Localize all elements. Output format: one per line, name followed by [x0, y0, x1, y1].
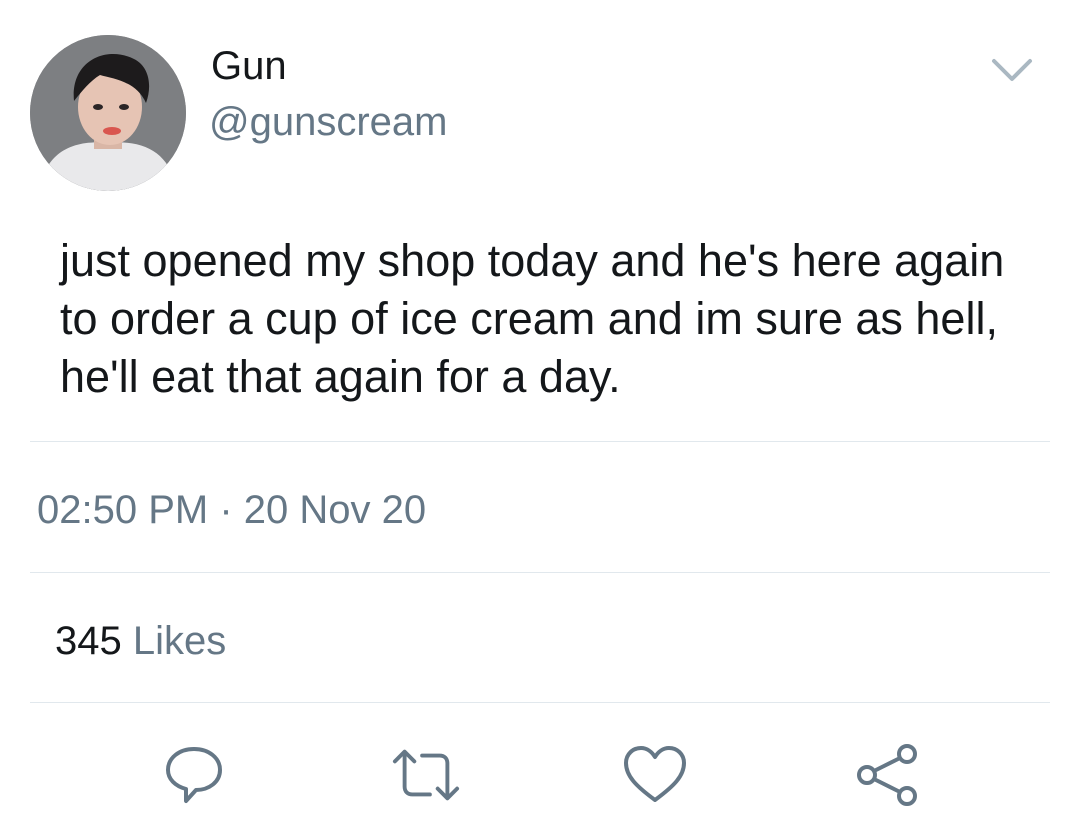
retweet-icon — [392, 749, 460, 801]
reply-button[interactable] — [159, 740, 229, 810]
chevron-down-icon[interactable] — [990, 55, 1034, 85]
share-icon — [857, 744, 917, 806]
share-button[interactable] — [852, 740, 922, 810]
divider — [30, 702, 1050, 703]
timestamp[interactable]: 02:50 PM · 20 Nov 20 — [37, 486, 426, 534]
likes-count: 345 — [55, 619, 122, 663]
profile-photo — [30, 35, 186, 191]
divider — [30, 441, 1050, 442]
display-name[interactable]: Gun — [211, 42, 287, 90]
tweet-text: just opened my shop today and he's here … — [60, 235, 1005, 402]
user-handle[interactable]: @gunscream — [209, 98, 447, 146]
likes-label: Likes — [121, 619, 227, 663]
divider — [30, 572, 1050, 573]
tweet-date: 20 Nov 20 — [243, 488, 427, 532]
timestamp-separator: · — [208, 488, 244, 532]
tweet-time: 02:50 PM — [37, 488, 209, 532]
reply-icon — [166, 747, 222, 803]
like-button[interactable] — [620, 740, 690, 810]
retweet-button[interactable] — [391, 740, 461, 810]
avatar[interactable] — [30, 35, 186, 191]
heart-icon — [624, 746, 686, 802]
likes-stat[interactable]: 345 Likes — [55, 617, 226, 665]
